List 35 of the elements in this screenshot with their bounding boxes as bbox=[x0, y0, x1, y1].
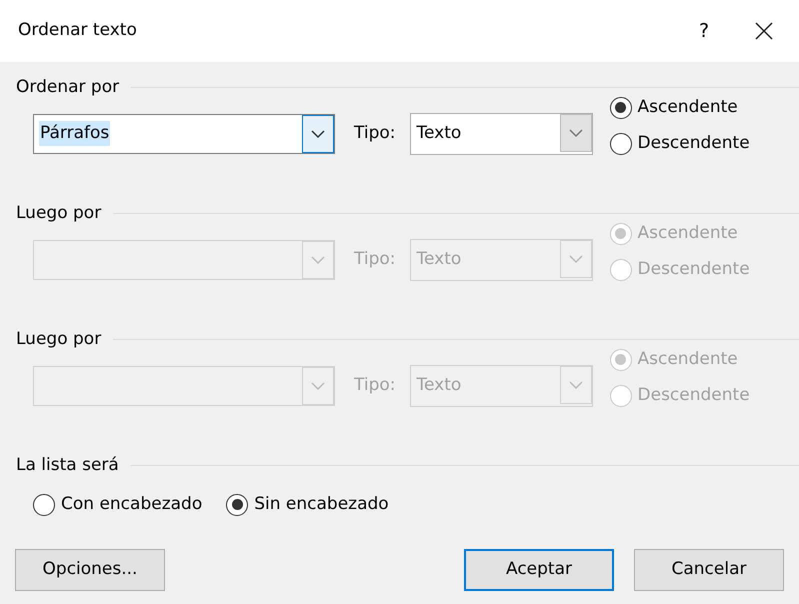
radio-label: Descendente bbox=[638, 258, 750, 281]
group-heading: Luego por bbox=[16, 328, 102, 351]
radio-label: Descendente bbox=[638, 384, 750, 407]
radio-button[interactable] bbox=[610, 132, 632, 154]
radio-label: Descendente bbox=[638, 132, 750, 155]
window-title: Ordenar texto bbox=[18, 19, 138, 42]
chevron-down-icon bbox=[310, 128, 326, 138]
group-heading: La lista será bbox=[16, 454, 119, 477]
type-label: Tipo: bbox=[354, 248, 396, 271]
dialog-button[interactable]: Aceptar bbox=[464, 548, 614, 590]
radio-label: Ascendente bbox=[638, 96, 738, 119]
radio-label: Sin encabezado bbox=[254, 492, 389, 516]
chevron-down-icon bbox=[310, 254, 326, 264]
type-field[interactable]: Texto bbox=[410, 112, 593, 154]
sort-by-field[interactable]: Párrafos bbox=[33, 114, 335, 154]
chevron-down-icon bbox=[310, 380, 326, 390]
close-icon bbox=[754, 21, 774, 41]
dialog-button[interactable]: Cancelar bbox=[634, 548, 784, 590]
dialog-button[interactable]: Opciones... bbox=[15, 548, 165, 590]
chevron-down-icon bbox=[568, 380, 584, 390]
dropdown-arrow-button[interactable] bbox=[302, 114, 334, 152]
radio-button[interactable] bbox=[33, 494, 55, 516]
radio-label: Ascendente bbox=[638, 348, 738, 371]
group-heading: Luego por bbox=[16, 202, 102, 225]
type-label: Tipo: bbox=[354, 374, 396, 397]
radio-button[interactable] bbox=[610, 96, 632, 118]
radio-button[interactable] bbox=[226, 494, 248, 516]
radio-label: Con encabezado bbox=[61, 492, 202, 516]
chevron-down-icon bbox=[568, 128, 584, 138]
dropdown-arrow-button[interactable] bbox=[560, 114, 592, 152]
chevron-down-icon bbox=[568, 254, 584, 264]
radio-label: Ascendente bbox=[638, 222, 738, 245]
type-label: Tipo: bbox=[354, 122, 396, 145]
group-heading: Ordenar por bbox=[16, 76, 120, 99]
help-button[interactable]: ? bbox=[679, 6, 729, 56]
